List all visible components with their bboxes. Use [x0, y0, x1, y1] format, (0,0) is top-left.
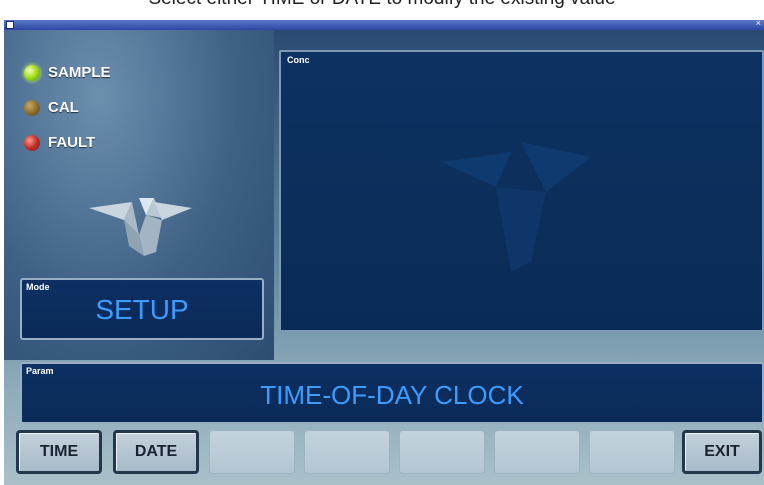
sample-led-icon: [24, 64, 40, 81]
mode-display: Mode SETUP: [20, 278, 264, 340]
conc-label: Conc: [287, 55, 310, 65]
instrument-window: × SAMPLE CAL FAULT Mode SETUP Conc Param…: [4, 20, 764, 485]
function-key-6[interactable]: [494, 430, 580, 474]
cal-led-icon: [24, 99, 40, 116]
title-bar: ×: [4, 20, 764, 30]
function-key-3[interactable]: [209, 430, 295, 474]
logo-watermark-icon: [441, 142, 591, 272]
indicator-sample: SAMPLE: [24, 64, 111, 81]
param-label: Param: [26, 366, 54, 376]
instruction-caption: Select either TIME or DATE to modify the…: [0, 0, 764, 20]
company-logo: [89, 198, 192, 256]
function-key-5[interactable]: [399, 430, 485, 474]
indicator-cal: CAL: [24, 99, 79, 116]
indicator-fault: FAULT: [24, 134, 95, 151]
function-key-4[interactable]: [304, 430, 390, 474]
function-key-7[interactable]: [589, 430, 675, 474]
function-key-bar: TIME DATE EXIT: [4, 420, 764, 485]
front-panel: SAMPLE CAL FAULT Mode SETUP Conc Param T…: [4, 30, 764, 485]
time-button[interactable]: TIME: [16, 430, 102, 474]
indicator-label: SAMPLE: [48, 64, 111, 81]
mode-value: SETUP: [95, 294, 189, 325]
param-value: TIME-OF-DAY CLOCK: [260, 380, 524, 410]
window-close-icon[interactable]: ×: [756, 20, 761, 28]
caption-text: Select either TIME or DATE to modify the…: [148, 0, 615, 9]
concentration-display: Conc: [279, 50, 764, 332]
exit-button[interactable]: EXIT: [682, 430, 762, 474]
fault-led-icon: [24, 134, 40, 151]
window-system-icon[interactable]: [6, 21, 14, 29]
date-button[interactable]: DATE: [113, 430, 199, 474]
param-display: Param TIME-OF-DAY CLOCK: [20, 362, 764, 424]
mode-label: Mode: [26, 282, 50, 292]
indicator-label: FAULT: [48, 134, 96, 151]
indicator-label: CAL: [48, 99, 79, 116]
